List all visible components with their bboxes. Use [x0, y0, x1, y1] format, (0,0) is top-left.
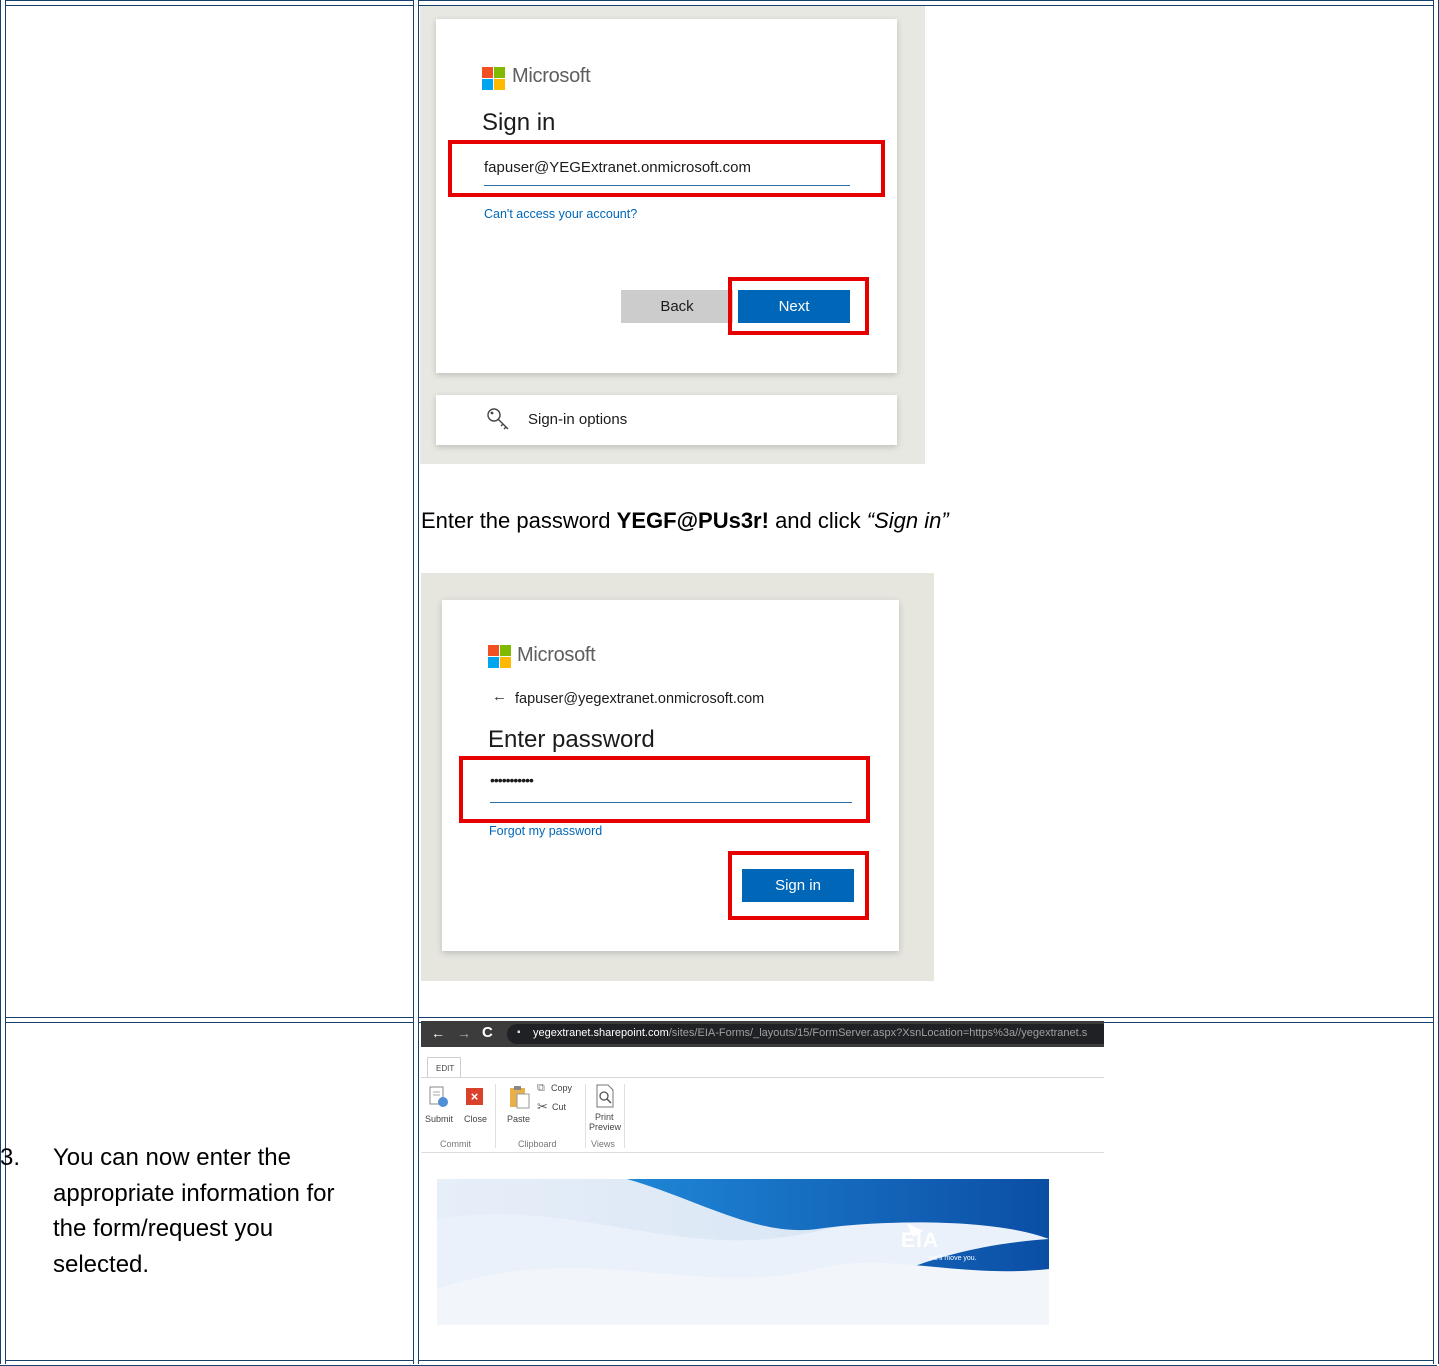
instruction-action: “Sign in” — [866, 508, 949, 533]
signin-options-card[interactable]: Sign-in options — [436, 395, 897, 445]
step-text-line3: the form/request you — [53, 1215, 274, 1242]
submit-label: Submit — [425, 1114, 454, 1124]
url-path: /sites/EIA-Forms/_layouts/15/FormServer.… — [668, 1027, 1088, 1039]
eia-logo: EIA — [901, 1229, 940, 1252]
browser-forward-icon[interactable]: → — [457, 1025, 471, 1041]
browser-reload-icon[interactable]: C — [482, 1024, 493, 1041]
print-preview-icon — [596, 1084, 614, 1108]
url-host: yegextranet.sharepoint.com — [533, 1027, 669, 1039]
group-separator — [495, 1084, 496, 1148]
group-views-label: Views — [591, 1139, 615, 1149]
eia-banner: EIA we'll move you. — [437, 1179, 1049, 1325]
password-instruction: Enter the password YEGF@PUs3r! and click… — [421, 508, 949, 534]
password-title: Enter password — [488, 726, 655, 753]
copy-button[interactable]: ⧉ Copy — [537, 1082, 577, 1096]
step-text-line2: appropriate information for — [53, 1179, 335, 1207]
key-icon — [487, 408, 509, 430]
table-border-right — [1433, 0, 1439, 1364]
instruction-prefix: Enter the password — [421, 508, 617, 533]
forgot-password-link[interactable]: Forgot my password — [489, 824, 602, 838]
form-screenshot: ← → C ▪ yegextranet.sharepoint.com/sites… — [421, 1021, 1104, 1356]
ribbon-bottom-border — [421, 1152, 1104, 1153]
cant-access-link[interactable]: Can't access your account? — [484, 207, 637, 221]
lock-icon: ▪ — [517, 1027, 521, 1038]
submit-icon — [429, 1086, 448, 1107]
password-value: YEGF@PUs3r! — [616, 508, 769, 533]
back-arrow-icon[interactable]: ← — [492, 688, 507, 705]
group-commit-label: Commit — [440, 1139, 471, 1149]
password-screenshot: Microsoft ← fapuser@yegextranet.onmicros… — [421, 573, 934, 981]
step-3-text: 3. You can now enter the appropriate inf… — [0, 1140, 334, 1282]
close-icon: × — [466, 1088, 483, 1105]
step-number: 3. — [0, 1144, 21, 1171]
email-highlight-box — [448, 140, 885, 197]
paste-icon — [510, 1086, 530, 1109]
signin-title: Sign in — [482, 109, 556, 136]
close-button[interactable]: × Close — [463, 1085, 489, 1125]
paste-label: Paste — [507, 1114, 531, 1124]
browser-address-bar: ← → C ▪ yegextranet.sharepoint.com/sites… — [421, 1021, 1104, 1047]
signin-options-label: Sign-in options — [528, 411, 628, 428]
table-border-bottom — [0, 1360, 1437, 1366]
preview-label: Preview — [589, 1122, 622, 1132]
signin-highlight-box — [728, 851, 869, 920]
tab-edit-label: EDIT — [436, 1064, 455, 1073]
print-label: Print — [595, 1112, 614, 1122]
group-separator — [624, 1084, 625, 1148]
next-highlight-box — [728, 277, 869, 335]
close-label: Close — [464, 1114, 488, 1124]
cut-button[interactable]: ✂ Cut — [537, 1099, 577, 1115]
microsoft-logo-icon — [482, 67, 506, 91]
print-preview-button[interactable]: Print Preview — [589, 1084, 621, 1132]
group-separator — [585, 1084, 586, 1148]
password-highlight-box — [459, 756, 870, 823]
table-border-divider — [413, 0, 419, 1364]
copy-icon: ⧉ — [537, 1082, 545, 1094]
url-text[interactable]: yegextranet.sharepoint.com/sites/EIA-For… — [533, 1027, 1101, 1039]
signin-screenshot: Microsoft Sign in fapuser@YEGExtranet.on… — [420, 6, 925, 464]
back-button[interactable]: Back — [621, 290, 733, 323]
copy-label: Copy — [551, 1083, 573, 1093]
microsoft-wordmark: Microsoft — [512, 65, 591, 87]
cut-icon: ✂ — [537, 1099, 548, 1114]
microsoft-wordmark: Microsoft — [517, 644, 596, 666]
submit-button[interactable]: Submit — [425, 1085, 453, 1125]
instruction-middle: and click — [768, 508, 867, 533]
tab-edit[interactable]: EDIT — [427, 1057, 461, 1078]
eia-tagline: we'll move you. — [929, 1255, 977, 1262]
banner-waves — [437, 1179, 1049, 1325]
ribbon: Submit × Close Paste ⧉ Copy ✂ Cut Print … — [421, 1078, 1104, 1153]
group-clipboard-label: Clipboard — [518, 1139, 557, 1149]
step-text-line4: selected. — [53, 1250, 150, 1278]
account-email: fapuser@yegextranet.onmicrosoft.com — [515, 691, 765, 707]
browser-back-icon[interactable]: ← — [431, 1025, 445, 1041]
paste-button[interactable]: Paste — [505, 1084, 533, 1126]
microsoft-logo-icon — [488, 645, 512, 669]
cut-label: Cut — [552, 1102, 567, 1112]
step-text-line1: You can now enter the — [53, 1144, 291, 1171]
